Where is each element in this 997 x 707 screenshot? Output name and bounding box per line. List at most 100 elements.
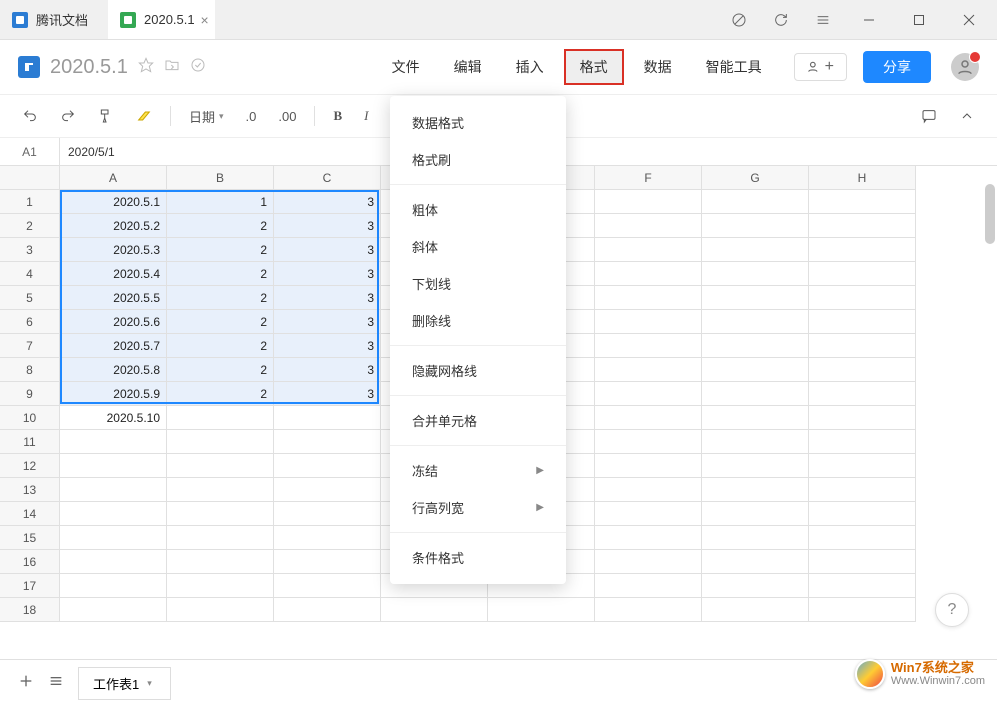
cell[interactable]: 3 xyxy=(274,286,381,310)
cell[interactable] xyxy=(702,550,809,574)
row-header[interactable]: 14 xyxy=(0,502,60,526)
menu-data[interactable]: 数据 xyxy=(630,51,686,83)
cell[interactable] xyxy=(702,454,809,478)
cell[interactable] xyxy=(702,310,809,334)
menu-insert[interactable]: 插入 xyxy=(502,51,558,83)
cell[interactable]: 3 xyxy=(274,358,381,382)
cell[interactable]: 2020.5.8 xyxy=(60,358,167,382)
format-menu-item[interactable]: 粗体 xyxy=(390,191,566,228)
cell[interactable] xyxy=(702,334,809,358)
clear-format-button[interactable] xyxy=(132,104,156,128)
cell[interactable]: 2 xyxy=(167,286,274,310)
row-header[interactable]: 4 xyxy=(0,262,60,286)
cell[interactable]: 2 xyxy=(167,334,274,358)
cell[interactable] xyxy=(60,478,167,502)
close-icon[interactable]: × xyxy=(200,12,208,28)
cell[interactable] xyxy=(809,454,916,478)
sheet-list-button[interactable] xyxy=(48,673,64,694)
cell[interactable] xyxy=(702,214,809,238)
cell[interactable] xyxy=(809,214,916,238)
format-menu-item[interactable]: 删除线 xyxy=(390,302,566,339)
cell[interactable]: 2020.5.1 xyxy=(60,190,167,214)
cell[interactable]: 2 xyxy=(167,382,274,406)
cell[interactable]: 2 xyxy=(167,358,274,382)
cell[interactable] xyxy=(595,214,702,238)
row-header[interactable]: 17 xyxy=(0,574,60,598)
undo-button[interactable] xyxy=(18,104,42,128)
cell[interactable] xyxy=(595,286,702,310)
cell[interactable] xyxy=(702,286,809,310)
cell[interactable]: 2020.5.9 xyxy=(60,382,167,406)
cell[interactable] xyxy=(809,286,916,310)
cell[interactable]: 3 xyxy=(274,310,381,334)
cell[interactable] xyxy=(809,430,916,454)
cell[interactable] xyxy=(595,454,702,478)
cell[interactable] xyxy=(809,406,916,430)
avatar[interactable] xyxy=(951,53,979,81)
cell[interactable] xyxy=(809,262,916,286)
cell[interactable]: 3 xyxy=(274,334,381,358)
cell[interactable] xyxy=(274,406,381,430)
col-header[interactable]: C xyxy=(274,166,381,190)
cell[interactable] xyxy=(595,382,702,406)
cell[interactable] xyxy=(809,382,916,406)
row-header[interactable]: 9 xyxy=(0,382,60,406)
cell[interactable]: 3 xyxy=(274,214,381,238)
increase-decimal-button[interactable]: .00 xyxy=(274,105,300,128)
cell[interactable] xyxy=(167,574,274,598)
row-header[interactable]: 6 xyxy=(0,310,60,334)
cell[interactable] xyxy=(167,550,274,574)
select-all-corner[interactable] xyxy=(0,166,60,190)
cell[interactable] xyxy=(809,502,916,526)
cell[interactable] xyxy=(274,478,381,502)
bold-button[interactable]: B xyxy=(329,104,346,128)
cell[interactable] xyxy=(167,406,274,430)
cell[interactable] xyxy=(702,574,809,598)
help-button[interactable]: ? xyxy=(935,593,969,627)
cell[interactable]: 2 xyxy=(167,238,274,262)
cell[interactable] xyxy=(60,430,167,454)
cell[interactable] xyxy=(167,478,274,502)
cell[interactable]: 3 xyxy=(274,262,381,286)
cell[interactable]: 3 xyxy=(274,238,381,262)
cell[interactable] xyxy=(274,454,381,478)
stop-icon[interactable] xyxy=(725,6,753,34)
cell[interactable] xyxy=(809,574,916,598)
cell[interactable] xyxy=(60,502,167,526)
row-header[interactable]: 13 xyxy=(0,478,60,502)
format-menu-item[interactable]: 行高列宽▶ xyxy=(390,489,566,526)
format-menu-item[interactable]: 下划线 xyxy=(390,265,566,302)
sheet-tab[interactable]: 工作表1▾ xyxy=(78,667,171,700)
col-header[interactable]: F xyxy=(595,166,702,190)
cell[interactable] xyxy=(809,238,916,262)
cell[interactable] xyxy=(702,502,809,526)
cell[interactable] xyxy=(60,526,167,550)
cell[interactable] xyxy=(702,382,809,406)
cell[interactable] xyxy=(809,334,916,358)
cell[interactable]: 2 xyxy=(167,214,274,238)
cell[interactable]: 2020.5.5 xyxy=(60,286,167,310)
cell[interactable] xyxy=(702,190,809,214)
cell[interactable]: 2 xyxy=(167,262,274,286)
cell[interactable] xyxy=(809,478,916,502)
cell[interactable] xyxy=(702,478,809,502)
cell[interactable] xyxy=(809,550,916,574)
star-icon[interactable] xyxy=(138,57,154,78)
maximize-button[interactable] xyxy=(901,0,937,40)
menu-edit[interactable]: 编辑 xyxy=(440,51,496,83)
cell[interactable]: 2020.5.3 xyxy=(60,238,167,262)
cell[interactable] xyxy=(595,190,702,214)
cell[interactable] xyxy=(60,550,167,574)
cell[interactable] xyxy=(809,526,916,550)
close-window-button[interactable] xyxy=(951,0,987,40)
cell[interactable] xyxy=(595,262,702,286)
col-header[interactable]: G xyxy=(702,166,809,190)
format-menu-item[interactable]: 条件格式 xyxy=(390,539,566,576)
cell[interactable]: 3 xyxy=(274,382,381,406)
cell-reference[interactable]: A1 xyxy=(0,138,60,165)
row-header[interactable]: 16 xyxy=(0,550,60,574)
col-header[interactable]: A xyxy=(60,166,167,190)
cell[interactable] xyxy=(595,526,702,550)
cell[interactable] xyxy=(595,334,702,358)
cell[interactable]: 2020.5.4 xyxy=(60,262,167,286)
